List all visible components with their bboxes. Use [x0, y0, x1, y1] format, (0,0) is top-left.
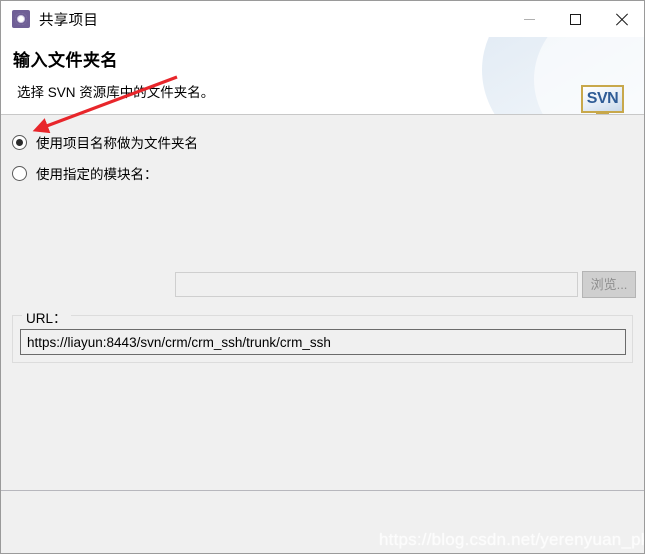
window-controls: [506, 1, 644, 37]
browse-button[interactable]: 浏览...: [582, 271, 636, 298]
svn-logo-screen: SVN: [581, 85, 624, 113]
url-input[interactable]: [20, 329, 626, 355]
radio-icon-unselected[interactable]: [12, 165, 27, 181]
url-group-label: URL：: [22, 307, 71, 327]
radio-label-use-project-name: 使用项目名称做为文件夹名: [36, 136, 198, 151]
watermark-text: https://blog.csdn.net/yerenyuan_pku: [379, 530, 645, 549]
radio-label-specify-module: 使用指定的模块名：: [36, 167, 158, 182]
share-project-icon: [12, 10, 30, 28]
maximize-button[interactable]: [552, 1, 598, 37]
window-title: 共享项目: [39, 12, 99, 29]
title-bar: 共享项目: [1, 1, 644, 37]
page-title: 输入文件夹名: [13, 51, 118, 70]
svn-logo-icon: SVN: [579, 85, 626, 114]
module-name-input[interactable]: [175, 272, 578, 297]
radio-icon-selected[interactable]: [12, 134, 27, 150]
maximize-icon: [569, 13, 581, 25]
close-button[interactable]: [598, 1, 644, 37]
svn-logo-text: SVN: [586, 90, 619, 107]
wizard-content: 使用项目名称做为文件夹名 使用指定的模块名： 浏览... URL：: [1, 115, 644, 490]
minimize-button[interactable]: [506, 1, 552, 37]
svn-logo-box: [596, 113, 609, 114]
close-icon: [615, 13, 628, 26]
page-description: 选择 SVN 资源库中的文件夹名。: [17, 85, 215, 100]
share-project-dialog: 共享项目 输入文件夹名 选择 SVN 资源库中的文件夹名。 SVN 使用项目名称…: [0, 0, 645, 554]
radio-option-specify-module[interactable]: 使用指定的模块名：: [12, 163, 158, 183]
radio-option-use-project-name[interactable]: 使用项目名称做为文件夹名: [12, 132, 198, 152]
minimize-icon: [523, 18, 535, 20]
wizard-header: 输入文件夹名 选择 SVN 资源库中的文件夹名。 SVN: [1, 37, 644, 114]
url-group-box: URL：: [12, 307, 633, 363]
